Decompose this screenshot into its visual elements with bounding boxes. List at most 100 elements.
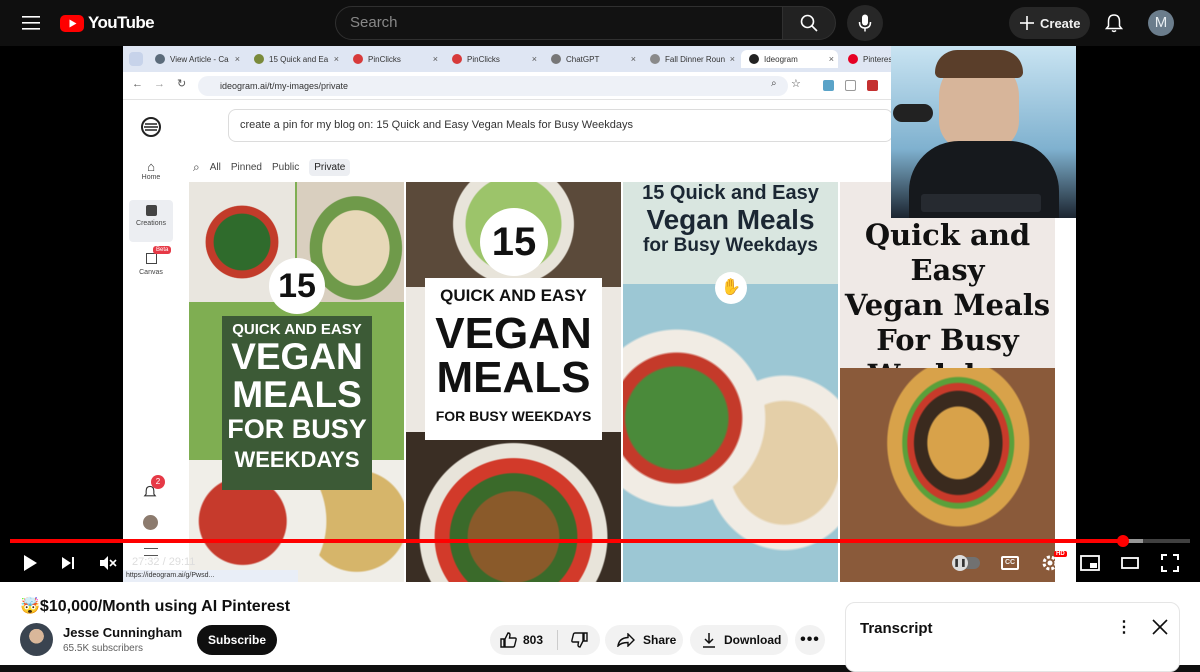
prompt-input[interactable]: create a pin for my blog on: 15 Quick an… bbox=[228, 109, 893, 142]
subscribe-button[interactable]: Subscribe bbox=[197, 625, 277, 655]
generated-image[interactable]: Quick and Easy Vegan Meals For Busy Week… bbox=[840, 182, 1055, 582]
bell-icon bbox=[1105, 14, 1123, 33]
generated-image[interactable]: 15 QUICK AND EASY VEGAN MEALS FOR BUSY W… bbox=[189, 182, 404, 582]
pin-line: For Busy bbox=[876, 323, 1019, 357]
browser-tab[interactable]: ChatGPT × bbox=[543, 50, 640, 68]
video-player[interactable]: View Article - Ca × 15 Quick and Ea × PinCli… bbox=[0, 46, 1200, 582]
pin-headline-box: QUICK AND EASY VEGAN MEALS FOR BUSY WEEK… bbox=[425, 278, 602, 440]
generated-image[interactable]: 15 QUICK AND EASY VEGAN MEALS FOR BUSY W… bbox=[406, 182, 621, 582]
tab-close-icon[interactable]: × bbox=[532, 54, 537, 64]
download-button[interactable]: Download bbox=[690, 625, 788, 655]
youtube-logo[interactable]: YouTube bbox=[60, 13, 155, 33]
notifications-bell[interactable]: 2 bbox=[143, 475, 165, 499]
filter-pinned[interactable]: Pinned bbox=[231, 162, 262, 173]
voice-search-button[interactable] bbox=[847, 5, 883, 41]
presenter-hair bbox=[935, 50, 1023, 78]
url-field[interactable]: ideogram.ai/t/my-images/private bbox=[198, 76, 788, 96]
tab-close-icon[interactable]: × bbox=[631, 54, 636, 64]
extension-icon[interactable] bbox=[867, 80, 878, 91]
pin-line: for Busy Weekdays bbox=[643, 235, 818, 256]
mute-button[interactable] bbox=[90, 549, 126, 577]
tab-label: ChatGPT bbox=[566, 54, 600, 64]
next-button[interactable] bbox=[50, 549, 86, 577]
fullscreen-button[interactable] bbox=[1152, 549, 1188, 577]
time-display: 27:32 / 29:11 bbox=[132, 556, 195, 568]
captions-button[interactable]: CC bbox=[992, 549, 1028, 577]
subscriber-count: 65.5K subscribers bbox=[63, 643, 144, 654]
generated-image[interactable]: 15 Quick and Easy Vegan Meals for Busy W… bbox=[623, 182, 838, 582]
reload-icon[interactable]: ↻ bbox=[177, 77, 186, 90]
filter-private[interactable]: Private bbox=[309, 158, 351, 176]
sidebar-item-label: Home bbox=[141, 174, 161, 181]
bookmark-star-icon[interactable]: ☆ bbox=[791, 77, 801, 90]
menu-icon[interactable] bbox=[144, 548, 158, 556]
scrubber-handle[interactable] bbox=[1116, 535, 1129, 547]
more-vertical-icon[interactable]: ⋮ bbox=[1116, 620, 1132, 636]
user-avatar[interactable] bbox=[143, 515, 158, 530]
filter-bar: ⌕ All Pinned Public Private bbox=[193, 157, 351, 177]
pin-line: MEALS bbox=[232, 374, 362, 415]
tab-close-icon[interactable]: × bbox=[334, 54, 339, 64]
channel-name[interactable]: Jesse Cunningham bbox=[63, 625, 182, 640]
search-icon[interactable]: ⌕ bbox=[193, 160, 200, 175]
drag-hand-icon[interactable]: ✋ bbox=[715, 272, 747, 304]
pin-line: MEALS bbox=[436, 353, 591, 402]
tab-close-icon[interactable]: × bbox=[829, 54, 834, 64]
tab-close-icon[interactable]: × bbox=[433, 54, 438, 64]
browser-tab[interactable]: 15 Quick and Ea × bbox=[246, 50, 343, 68]
autoplay-toggle[interactable]: ❚❚ bbox=[948, 549, 984, 577]
miniplayer-button[interactable] bbox=[1072, 549, 1108, 577]
browser-tab[interactable]: Ideogram × bbox=[741, 50, 838, 68]
more-actions-button[interactable]: ••• bbox=[795, 625, 825, 655]
notifications-button[interactable] bbox=[1096, 5, 1132, 41]
browser-tab[interactable]: Fall Dinner Roun × bbox=[642, 50, 739, 68]
filter-public[interactable]: Public bbox=[272, 162, 299, 173]
tab-search-icon[interactable] bbox=[129, 52, 143, 66]
pin-line: VEGAN bbox=[435, 309, 592, 358]
thumbs-down-icon bbox=[570, 632, 588, 648]
transcript-title: Transcript bbox=[860, 620, 933, 637]
filter-all[interactable]: All bbox=[210, 162, 221, 173]
sidebar-item-canvas[interactable]: Canvas Beta bbox=[129, 246, 173, 285]
pause-icon: ❚❚ bbox=[952, 555, 968, 571]
tab-close-icon[interactable]: × bbox=[730, 54, 735, 64]
share-button[interactable]: Share bbox=[605, 625, 683, 655]
theater-mode-button[interactable] bbox=[1112, 549, 1148, 577]
beta-badge: Beta bbox=[153, 246, 172, 254]
sidebar-item-creations[interactable]: Creations bbox=[129, 200, 173, 242]
keyboard bbox=[921, 194, 1041, 212]
sidebar-item-home[interactable]: ⌂ Home bbox=[129, 159, 173, 193]
like-dislike-group: 803 bbox=[490, 625, 600, 655]
channel-avatar[interactable] bbox=[20, 623, 53, 656]
pin-line: FOR BUSY WEEKDAYS bbox=[435, 408, 592, 424]
tab-favicon-icon bbox=[848, 54, 858, 64]
like-count: 803 bbox=[523, 633, 544, 647]
settings-button[interactable]: HD bbox=[1032, 549, 1068, 577]
mic-icon bbox=[858, 14, 872, 32]
tab-label: Ideogram bbox=[764, 54, 798, 64]
like-button[interactable]: 803 bbox=[490, 630, 558, 650]
back-icon[interactable]: ← bbox=[132, 78, 143, 90]
play-button[interactable] bbox=[12, 549, 48, 577]
search-input[interactable]: Search bbox=[335, 6, 783, 40]
extension-icon[interactable] bbox=[845, 80, 856, 91]
tab-label: Pinterest bbox=[863, 54, 895, 64]
browser-tab[interactable]: PinClicks × bbox=[345, 50, 442, 68]
zoom-icon[interactable]: ⌕ bbox=[771, 78, 777, 89]
account-avatar[interactable]: M bbox=[1148, 10, 1174, 36]
pin-line: Quick and Easy bbox=[864, 218, 1031, 287]
tab-close-icon[interactable]: × bbox=[235, 54, 240, 64]
tab-favicon-icon bbox=[254, 54, 264, 64]
miniplayer-icon bbox=[1080, 555, 1100, 571]
search-button[interactable] bbox=[782, 6, 836, 40]
browser-tab[interactable]: View Article - Ca × bbox=[147, 50, 244, 68]
forward-icon[interactable]: → bbox=[154, 78, 165, 90]
extension-icon[interactable] bbox=[823, 80, 834, 91]
browser-tab[interactable]: PinClicks × bbox=[444, 50, 541, 68]
progress-bar[interactable] bbox=[10, 535, 1190, 547]
ideogram-logo-icon[interactable] bbox=[140, 116, 162, 138]
dislike-button[interactable] bbox=[558, 632, 600, 648]
create-button[interactable]: Create bbox=[1009, 7, 1090, 39]
menu-button[interactable] bbox=[12, 3, 52, 43]
close-icon[interactable] bbox=[1152, 619, 1168, 635]
